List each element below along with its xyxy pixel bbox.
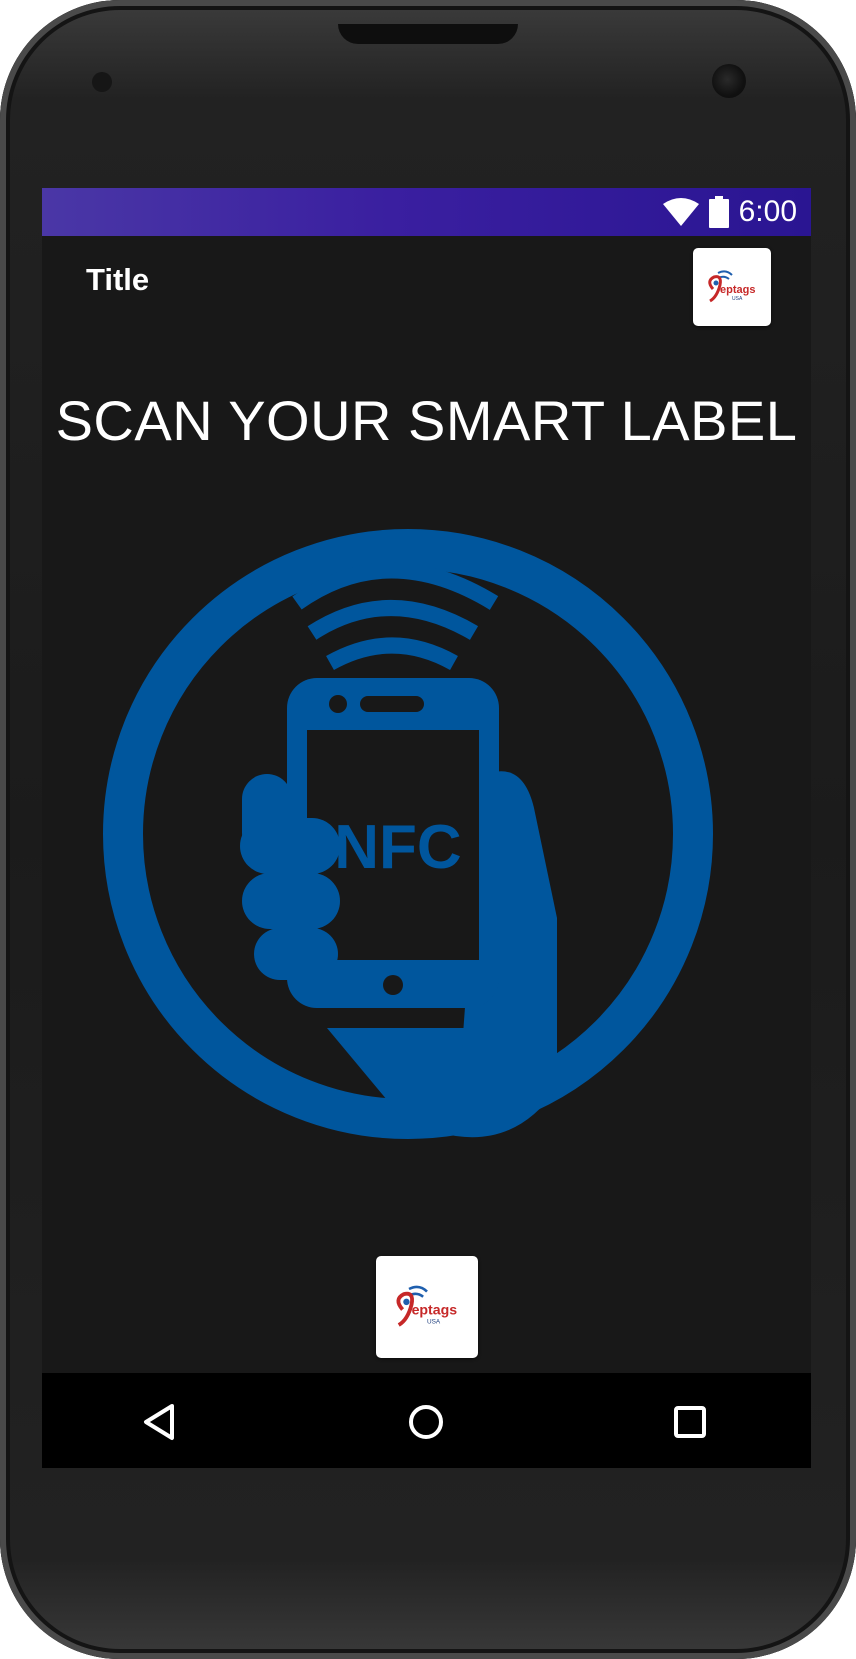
svg-text:eptags: eptags [412, 1302, 458, 1318]
proximity-sensor [92, 72, 112, 92]
bottom-logo-button[interactable]: eptags USA [376, 1256, 478, 1358]
wifi-icon [662, 198, 699, 226]
status-bar: 6:00 [42, 188, 811, 236]
svg-text:NFC: NFC [334, 813, 461, 882]
page-headline: SCAN YOUR SMART LABEL [55, 389, 798, 452]
front-camera [712, 64, 746, 98]
navigation-bar [42, 1373, 811, 1468]
nfc-phone-icon: NFC [103, 529, 713, 1139]
svg-text:USA: USA [427, 1319, 441, 1326]
back-icon[interactable] [136, 1398, 184, 1446]
screen: 6:00 Title eptags USA SCAN YOUR SMART LA… [42, 188, 811, 1468]
eptags-logo-icon: eptags USA [396, 1285, 458, 1327]
battery-icon [708, 196, 729, 228]
app-toolbar: Title eptags USA [42, 236, 811, 348]
logo-button[interactable]: eptags USA [693, 248, 771, 326]
status-time: 6:00 [738, 195, 797, 228]
svg-text:USA: USA [732, 296, 743, 302]
earpiece [338, 24, 518, 44]
recents-icon[interactable] [666, 1398, 714, 1446]
home-icon[interactable] [402, 1398, 450, 1446]
phone-frame: 6:00 Title eptags USA SCAN YOUR SMART LA… [0, 0, 856, 1659]
toolbar-title: Title [86, 262, 150, 297]
status-icons: 6:00 [662, 188, 797, 236]
eptags-logo-icon: eptags USA [708, 270, 755, 303]
svg-text:eptags: eptags [720, 284, 755, 296]
